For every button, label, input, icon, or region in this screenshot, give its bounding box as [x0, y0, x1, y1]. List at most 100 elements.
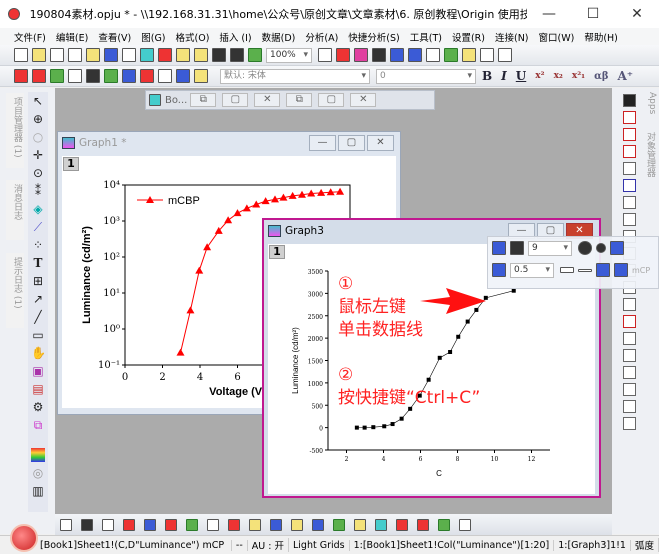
- template-library-icon[interactable]: [396, 518, 408, 531]
- rescale-icon[interactable]: [622, 162, 636, 175]
- tab-project-explorer[interactable]: 项目管理器 (1): [6, 93, 24, 168]
- symbol-color-icon[interactable]: [492, 263, 506, 277]
- gauge-icon[interactable]: ◎: [31, 466, 45, 480]
- script-window-icon[interactable]: [372, 48, 386, 62]
- tab-message-log[interactable]: 消息日志: [6, 180, 24, 240]
- menu-item[interactable]: 插入 (I): [219, 30, 251, 44]
- close-button[interactable]: ✕: [367, 135, 394, 151]
- results-log-icon[interactable]: [408, 48, 422, 62]
- frame-corner-icon[interactable]: [622, 298, 636, 311]
- close-button[interactable]: ✕: [615, 6, 659, 22]
- decrease-symbol-icon[interactable]: [596, 243, 606, 253]
- draw-data-icon[interactable]: ⁘: [31, 238, 45, 252]
- maximize-button-2[interactable]: ▢: [318, 93, 345, 107]
- align-top-icon[interactable]: [622, 332, 636, 345]
- column-plot-icon[interactable]: [123, 518, 135, 531]
- menu-item[interactable]: 窗口(W): [539, 30, 575, 44]
- save-icon[interactable]: [212, 48, 226, 62]
- find-icon[interactable]: [462, 48, 476, 62]
- axis3-icon[interactable]: [622, 145, 636, 158]
- data-reader-icon[interactable]: [480, 48, 494, 62]
- increase-symbol-icon[interactable]: [578, 241, 592, 255]
- contour-icon[interactable]: [333, 518, 345, 531]
- font-size-select[interactable]: 0: [376, 68, 476, 84]
- new-workbook-icon[interactable]: [50, 48, 64, 62]
- frame-axis-icon[interactable]: [622, 315, 636, 328]
- menu-item[interactable]: 格式(O): [176, 30, 210, 44]
- pan-hand-icon[interactable]: ✋: [31, 346, 46, 360]
- zoom-out-icon[interactable]: ○: [31, 130, 45, 144]
- template-icon[interactable]: [249, 518, 261, 531]
- import-icon[interactable]: [86, 69, 100, 83]
- error-bar-icon[interactable]: [165, 518, 177, 531]
- decrease-width-icon[interactable]: [578, 268, 592, 272]
- menu-item[interactable]: 文件(F): [14, 30, 46, 44]
- worksheet-icon[interactable]: [498, 48, 512, 62]
- open-template-icon[interactable]: [194, 48, 208, 62]
- new-notes-icon[interactable]: [140, 48, 154, 62]
- code-builder-icon[interactable]: [390, 48, 404, 62]
- copy-icon[interactable]: [176, 69, 190, 83]
- save-template-icon[interactable]: [230, 48, 244, 62]
- status-angle-unit[interactable]: 弧度: [631, 538, 659, 552]
- restore-button[interactable]: ⧉: [190, 93, 217, 107]
- command-window-icon[interactable]: [426, 48, 440, 62]
- new-function-icon[interactable]: [104, 48, 118, 62]
- menu-item[interactable]: 快捷分析(S): [348, 30, 399, 44]
- add-layer-icon[interactable]: [104, 69, 118, 83]
- copy-format-icon[interactable]: [140, 69, 154, 83]
- menu-item[interactable]: 编辑(E): [56, 30, 88, 44]
- swap-icon[interactable]: [614, 263, 628, 277]
- symbol-connect-icon[interactable]: [610, 241, 624, 255]
- pointer-icon[interactable]: ↖: [31, 94, 45, 108]
- polar-plot-icon[interactable]: [207, 518, 219, 531]
- project-explorer-icon[interactable]: [444, 48, 458, 62]
- copy-format-icon[interactable]: [596, 263, 610, 277]
- heatmap-icon[interactable]: [354, 518, 366, 531]
- layer-indicator[interactable]: 1: [269, 245, 285, 259]
- menu-item[interactable]: 分析(A): [305, 30, 338, 44]
- maximize-button[interactable]: ▢: [338, 135, 365, 151]
- increase-font-button[interactable]: A⁺: [617, 69, 633, 83]
- increase-width-icon[interactable]: [560, 267, 574, 273]
- underline-button[interactable]: U: [516, 69, 526, 83]
- add-row-icon[interactable]: [32, 69, 46, 83]
- cut-icon[interactable]: [158, 69, 172, 83]
- text-tool-icon[interactable]: T: [31, 256, 45, 270]
- export-icon[interactable]: ⧉: [31, 418, 45, 432]
- line-color-icon[interactable]: [492, 241, 506, 255]
- 3d-surface-icon[interactable]: [291, 518, 303, 531]
- layout-icon[interactable]: [622, 196, 636, 209]
- layer-icon[interactable]: ▥: [31, 484, 45, 498]
- menu-item[interactable]: 数据(D): [262, 30, 296, 44]
- tab-object-manager[interactable]: 对象管理器: [641, 132, 657, 192]
- duplicate-icon[interactable]: [354, 48, 368, 62]
- refresh-icon[interactable]: [336, 48, 350, 62]
- data-selector-icon[interactable]: ⁑: [31, 184, 45, 198]
- new-excel-icon[interactable]: [158, 48, 172, 62]
- screen-reader-icon[interactable]: ✛: [31, 148, 45, 162]
- area-plot-icon[interactable]: [186, 518, 198, 531]
- superscript-button[interactable]: x²: [535, 71, 544, 81]
- align-center-icon[interactable]: [622, 417, 636, 430]
- axis2-icon[interactable]: [622, 128, 636, 141]
- minimize-button[interactable]: —: [527, 6, 571, 22]
- statistics-plot-icon[interactable]: [144, 518, 156, 531]
- line-tool-icon[interactable]: ╱: [31, 310, 45, 324]
- stock-plot-icon[interactable]: [228, 518, 240, 531]
- close-button-2[interactable]: ✕: [350, 93, 377, 107]
- tab-apps[interactable]: Apps: [641, 92, 657, 122]
- minimize-button[interactable]: —: [309, 135, 336, 151]
- print-icon[interactable]: [318, 48, 332, 62]
- 3d-bar-icon[interactable]: [270, 518, 282, 531]
- image-plot-icon[interactable]: [375, 518, 387, 531]
- axis-icon[interactable]: [622, 111, 636, 124]
- new-folder-icon[interactable]: [32, 48, 46, 62]
- menu-item[interactable]: 设置(R): [452, 30, 485, 44]
- symbol-shape-icon[interactable]: [510, 241, 524, 255]
- align-right-icon[interactable]: [622, 383, 636, 396]
- 3d-scatter-icon[interactable]: [312, 518, 324, 531]
- new-graph-icon[interactable]: [68, 48, 82, 62]
- distribute-icon[interactable]: [622, 400, 636, 413]
- new-matrix-icon[interactable]: [86, 48, 100, 62]
